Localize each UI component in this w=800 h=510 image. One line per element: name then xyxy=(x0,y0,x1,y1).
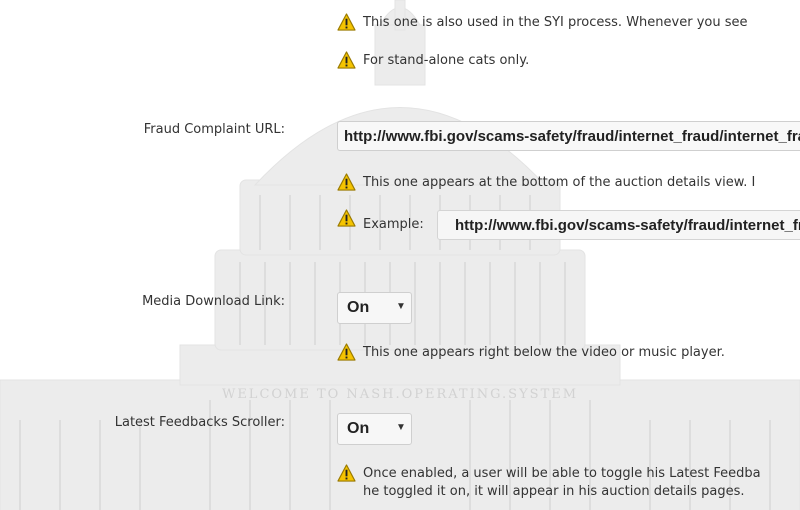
fraud-url-input[interactable]: http://www.fbi.gov/scams-safety/fraud/in… xyxy=(337,121,800,151)
example-label: Example: xyxy=(363,217,424,232)
watermark-text: WELCOME TO NASH.OPERATING.SYSTEM xyxy=(222,387,578,402)
media-download-label: Media Download Link: xyxy=(142,294,285,309)
media-download-select[interactable]: On ▼ xyxy=(337,292,412,324)
example-url-value: http://www.fbi.gov/scams-safety/fraud/in… xyxy=(437,210,800,240)
chevron-down-icon: ▼ xyxy=(396,301,406,312)
standalone-hint: For stand-alone cats only. xyxy=(363,53,530,68)
media-download-value: On xyxy=(347,299,370,316)
fraud-url-hint: This one appears at the bottom of the au… xyxy=(363,175,756,190)
feedbacks-scroller-hint-line2: he toggled it on, it will appear in his … xyxy=(363,484,745,499)
fraud-url-label: Fraud Complaint URL: xyxy=(143,122,285,137)
media-download-hint: This one appears right below the video o… xyxy=(363,345,725,360)
feedbacks-scroller-select[interactable]: On ▼ xyxy=(337,413,412,445)
feedbacks-scroller-label: Latest Feedbacks Scroller: xyxy=(114,415,285,430)
syi-hint: This one is also used in the SYI process… xyxy=(363,15,748,30)
feedbacks-scroller-value: On xyxy=(347,420,370,437)
feedbacks-scroller-hint-line1: Once enabled, a user will be able to tog… xyxy=(363,466,761,481)
chevron-down-icon: ▼ xyxy=(396,422,406,433)
